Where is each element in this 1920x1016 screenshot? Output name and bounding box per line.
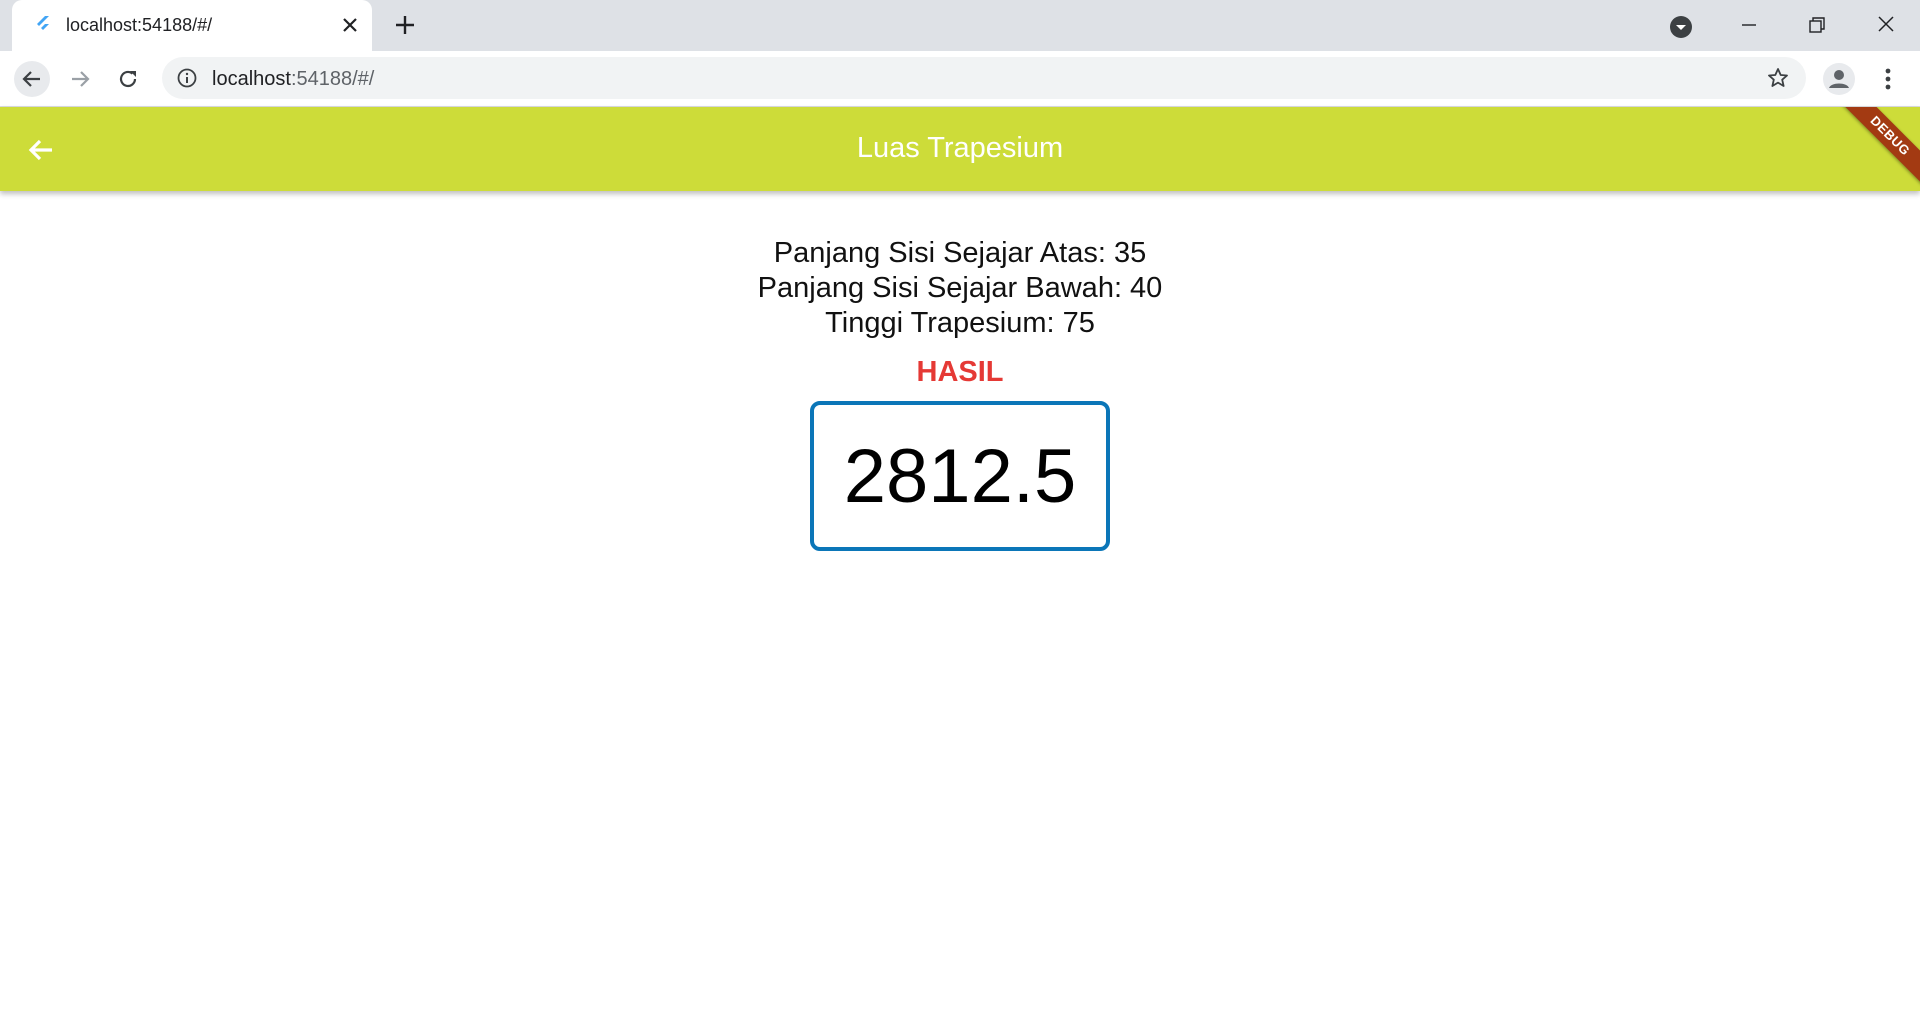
- minimize-icon[interactable]: [1736, 12, 1762, 38]
- reload-button[interactable]: [110, 61, 146, 97]
- browser-forward-button[interactable]: [62, 61, 98, 97]
- browser-toolbar: localhost:54188/#/: [0, 51, 1920, 107]
- url-path: :54188/#/: [290, 68, 375, 90]
- top-side-length-text: Panjang Sisi Sejajar Atas: 35: [773, 237, 1147, 269]
- tab-title: localhost:54188/#/: [66, 15, 213, 35]
- restore-icon[interactable]: [1804, 12, 1830, 38]
- page-title: Luas Trapesium: [856, 132, 1064, 164]
- result-label: HASIL: [916, 356, 1004, 388]
- window-close-icon[interactable]: [1872, 10, 1900, 38]
- profile-avatar-icon[interactable]: [1822, 62, 1856, 96]
- url-host: localhost: [212, 68, 291, 90]
- new-tab-icon[interactable]: [392, 12, 418, 38]
- bookmark-star-icon[interactable]: [1766, 66, 1790, 90]
- result-box: 2812.5: [810, 401, 1110, 551]
- flutter-logo-icon: [37, 16, 49, 32]
- close-tab-icon[interactable]: [338, 13, 362, 37]
- browser-back-button[interactable]: [14, 61, 50, 97]
- info-icon[interactable]: [176, 67, 198, 89]
- arrow-right-icon: [72, 71, 90, 87]
- result-content: Panjang Sisi Sejajar Atas: 35 Panjang Si…: [0, 236, 1920, 551]
- tab-search-icon[interactable]: [1668, 14, 1694, 40]
- app-bar: Luas Trapesium DEBUG: [0, 107, 1920, 191]
- url-text[interactable]: localhost:54188/#/: [212, 68, 374, 91]
- more-vert-icon[interactable]: [1874, 64, 1902, 94]
- bottom-side-length-text: Panjang Sisi Sejajar Bawah: 40: [757, 272, 1163, 304]
- result-value: 2812.5: [843, 433, 1077, 519]
- height-text: Tinggi Trapesium: 75: [825, 307, 1095, 339]
- browser-tab[interactable]: localhost:54188/#/: [12, 0, 372, 51]
- tab-strip: localhost:54188/#/: [0, 0, 1920, 51]
- address-bar[interactable]: localhost:54188/#/: [162, 57, 1806, 99]
- arrow-left-icon: [22, 71, 40, 87]
- reload-icon: [119, 70, 137, 88]
